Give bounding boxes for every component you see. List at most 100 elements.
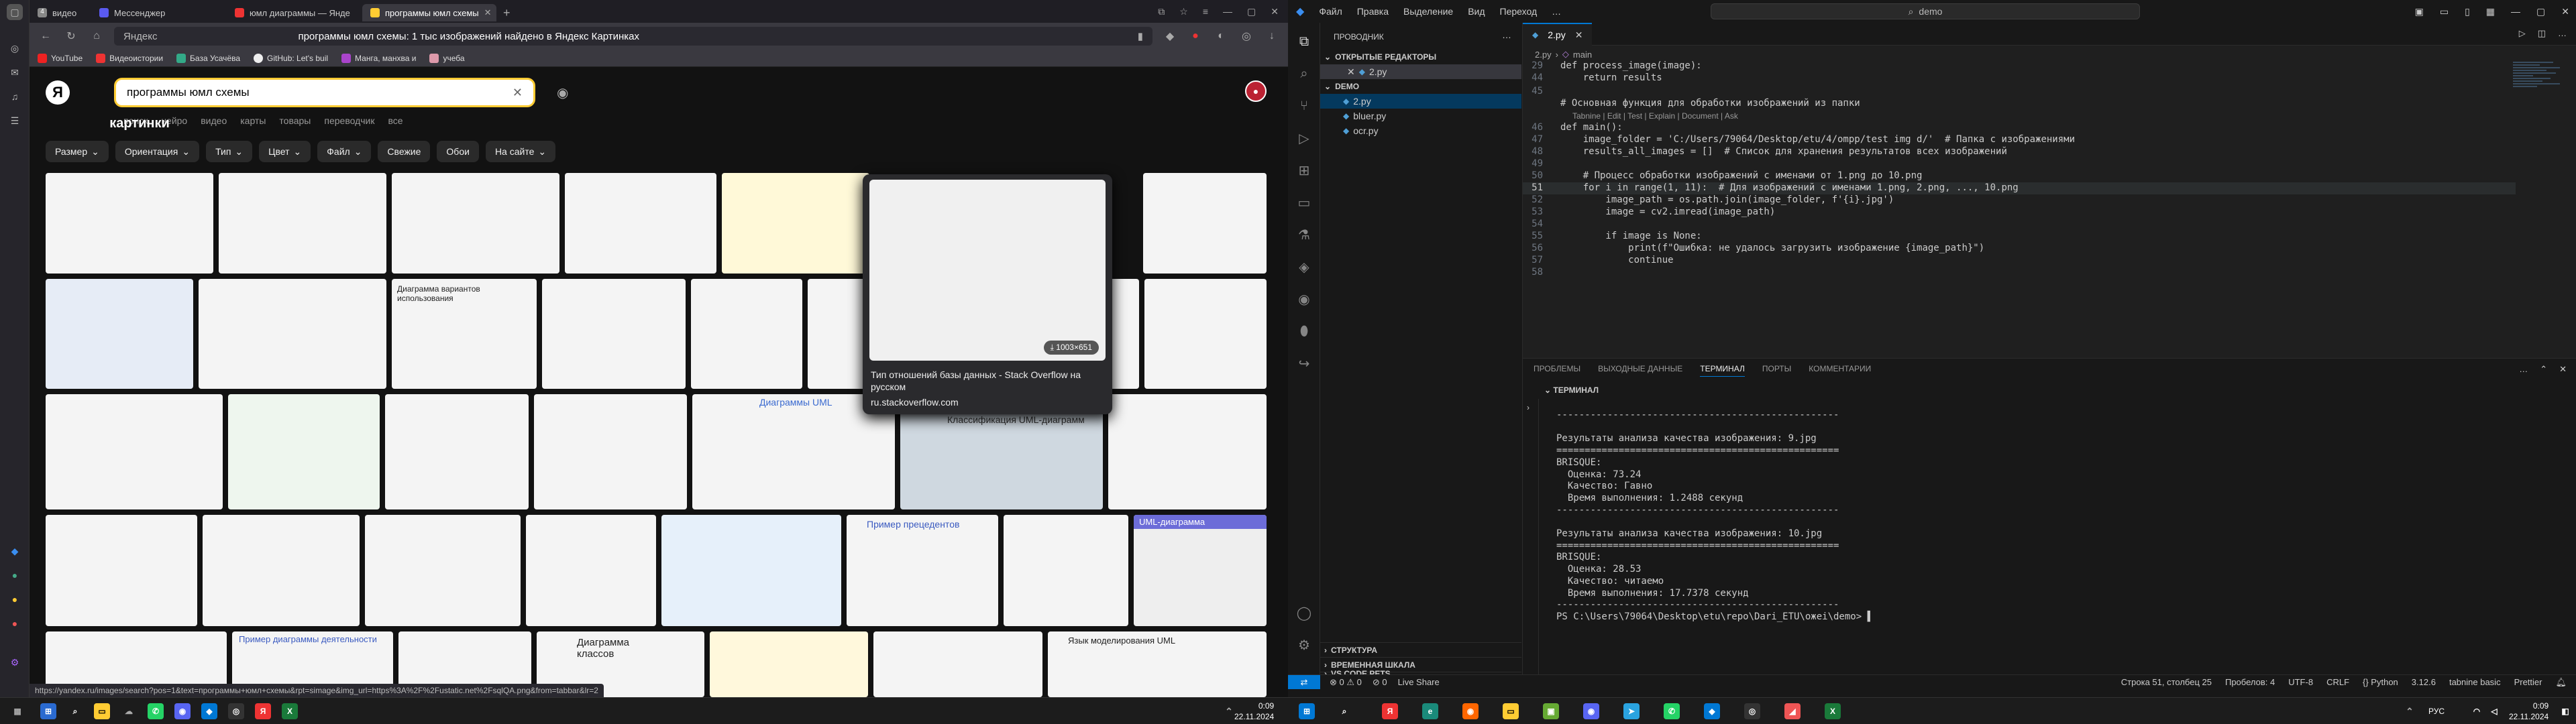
service-tab-translate[interactable]: переводчик	[324, 115, 374, 126]
sidebar-settings-icon[interactable]: ⚙	[7, 654, 23, 670]
image-thumbnail[interactable]	[365, 515, 521, 626]
folder-demo-section[interactable]: ⌄ DEMO	[1320, 79, 1521, 94]
breadcrumb-file[interactable]: 2.py	[1535, 50, 1552, 60]
tray-icon[interactable]: ⌃	[2402, 703, 2418, 719]
service-tab-video[interactable]: видео	[201, 115, 227, 126]
image-thumbnail[interactable]	[228, 394, 380, 509]
maximize-icon[interactable]: ▢	[1247, 6, 1256, 17]
image-thumbnail[interactable]	[46, 173, 213, 274]
language-indicator[interactable]: РУС	[2428, 703, 2445, 719]
menu-go[interactable]: Переход	[1500, 6, 1538, 17]
whatsapp-icon[interactable]: ✆	[1664, 703, 1680, 719]
service-tab-images[interactable]: картинки	[109, 115, 170, 131]
file-item[interactable]: ◆ ocr.py	[1320, 123, 1521, 138]
image-thumbnail[interactable]	[691, 279, 802, 389]
vscode-icon[interactable]: ◆	[1704, 703, 1720, 719]
status-prettier[interactable]: Prettier	[2514, 677, 2542, 688]
breadcrumb-symbol[interactable]: main	[1573, 50, 1592, 60]
tab-videos[interactable]: 4 видео	[30, 4, 90, 21]
bookmark-page-icon[interactable]: ▮	[1138, 30, 1143, 42]
image-thumbnail[interactable]	[1004, 515, 1128, 626]
excel-icon[interactable]: X	[1825, 703, 1841, 719]
avatar[interactable]: ●	[1245, 80, 1267, 102]
wifi-icon[interactable]: ◠	[2469, 703, 2485, 719]
status-eol[interactable]: CRLF	[2326, 677, 2349, 688]
bookmark-folder[interactable]: учеба	[429, 53, 465, 63]
image-thumbnail[interactable]: Пример прецедентов	[847, 515, 998, 626]
image-thumbnail[interactable]	[565, 173, 716, 274]
extension-icon[interactable]: ●	[1187, 30, 1203, 42]
minimize-icon[interactable]: —	[1223, 6, 1232, 17]
bookmark-manga[interactable]: Манга, манхва и	[341, 53, 416, 63]
start-icon[interactable]: ⊞	[40, 703, 56, 719]
sidebar-app-icon[interactable]: ●	[7, 615, 23, 631]
remote-icon[interactable]: ▭	[1296, 194, 1312, 210]
filter-color[interactable]: Цвет ⌄	[259, 141, 311, 162]
image-thumbnail[interactable]	[1144, 279, 1267, 389]
sidebar-alice-icon[interactable]: ◎	[7, 40, 23, 56]
back-icon[interactable]: ←	[38, 30, 54, 42]
taskbar-clock-right[interactable]: 0:09 22.11.2024	[2509, 701, 2548, 722]
image-thumbnail[interactable]	[219, 173, 386, 274]
bookmark-github[interactable]: GitHub: Let's buil	[254, 53, 328, 63]
outline-section[interactable]: › СТРУКТУРА	[1320, 642, 1521, 657]
extension-icon[interactable]: ◆	[1162, 29, 1178, 43]
yandex-app-icon[interactable]: Я	[1382, 703, 1398, 719]
discord-icon[interactable]: ◉	[174, 703, 191, 719]
filter-file[interactable]: Файл ⌄	[317, 141, 372, 162]
image-thumbnail[interactable]	[46, 515, 197, 626]
refresh-icon[interactable]: ↻	[63, 29, 79, 43]
status-encoding[interactable]: UTF-8	[2288, 677, 2313, 688]
layout-icon[interactable]: ▦	[2486, 6, 2495, 17]
start-icon[interactable]: ⊞	[1299, 703, 1315, 719]
service-tab-goods[interactable]: товары	[279, 115, 311, 126]
tab-yandex-images[interactable]: программы юмл схемы ✕	[362, 4, 496, 21]
tabs-icon[interactable]: ⧉	[1158, 6, 1165, 17]
sidebar-app-icon[interactable]: ●	[7, 591, 23, 607]
close-icon[interactable]: ✕	[2561, 6, 2569, 17]
status-live-share[interactable]: Live Share	[1398, 677, 1440, 688]
filter-orientation[interactable]: Ориентация ⌄	[115, 141, 200, 162]
app-icon[interactable]: ◢	[1784, 703, 1801, 719]
yandex-logo[interactable]: Я	[46, 80, 70, 105]
filter-type[interactable]: Тип ⌄	[206, 141, 253, 162]
app-icon[interactable]: ▣	[1543, 703, 1559, 719]
image-thumbnail[interactable]	[661, 515, 841, 626]
download-icon[interactable]: ↓	[1264, 30, 1280, 42]
more-menu-icon[interactable]: …	[1552, 6, 1561, 17]
bookmark-icon[interactable]: ☆	[1179, 6, 1188, 17]
search-icon[interactable]: ⌕	[67, 703, 83, 719]
clear-search-icon[interactable]: ✕	[513, 86, 523, 100]
more-actions-icon[interactable]: …	[2558, 28, 2567, 39]
preview-title[interactable]: Тип отношений базы данных - Stack Overfl…	[871, 369, 1099, 393]
tab-messenger[interactable]: Мессенджер	[91, 4, 225, 21]
image-thumbnail[interactable]	[46, 279, 193, 389]
notifications-bell-icon[interactable]: 🔔︎	[2555, 677, 2567, 688]
image-thumbnail[interactable]: UML-диаграмма	[1134, 515, 1267, 626]
close-icon[interactable]: ✕	[1347, 66, 1355, 78]
extensions-icon[interactable]: ⊞	[1296, 162, 1312, 178]
maximize-panel-icon[interactable]: ⌃	[2540, 364, 2547, 375]
taskbar-clock-left[interactable]: 0:09 22.11.2024	[1234, 701, 1274, 722]
docker-icon[interactable]: ◈	[1296, 259, 1312, 275]
sidebar-notes-icon[interactable]: ☰	[7, 113, 23, 129]
file-item[interactable]: ◆ bluer.py	[1320, 109, 1521, 123]
image-thumbnail[interactable]	[385, 394, 529, 509]
search-icon[interactable]: ⌕	[1336, 703, 1352, 719]
image-thumbnail[interactable]	[542, 279, 686, 389]
image-thumbnail[interactable]	[534, 394, 687, 509]
new-tab-button[interactable]: +	[498, 4, 516, 21]
terminal-output[interactable]: ----------------------------------------…	[1556, 410, 2563, 623]
file-item[interactable]: ◆ 2.py	[1320, 94, 1521, 109]
volume-icon[interactable]: ◁	[2486, 703, 2502, 719]
search-icon[interactable]: ⌕	[1296, 66, 1312, 82]
run-icon[interactable]: ▷	[2519, 28, 2526, 39]
live-share-icon[interactable]: ↪	[1296, 355, 1312, 371]
tabnine-icon[interactable]: ◉	[1296, 291, 1312, 307]
codelens[interactable]: Tabnine | Edit | Test | Explain | Docume…	[1572, 111, 1738, 121]
layout-icon[interactable]: ▭	[2440, 6, 2449, 17]
discord-icon[interactable]: ◉	[1583, 703, 1599, 719]
image-thumbnail[interactable]	[199, 279, 386, 389]
remote-indicator-icon[interactable]: ⇄	[1288, 674, 1320, 690]
minimize-icon[interactable]: —	[2511, 6, 2520, 17]
